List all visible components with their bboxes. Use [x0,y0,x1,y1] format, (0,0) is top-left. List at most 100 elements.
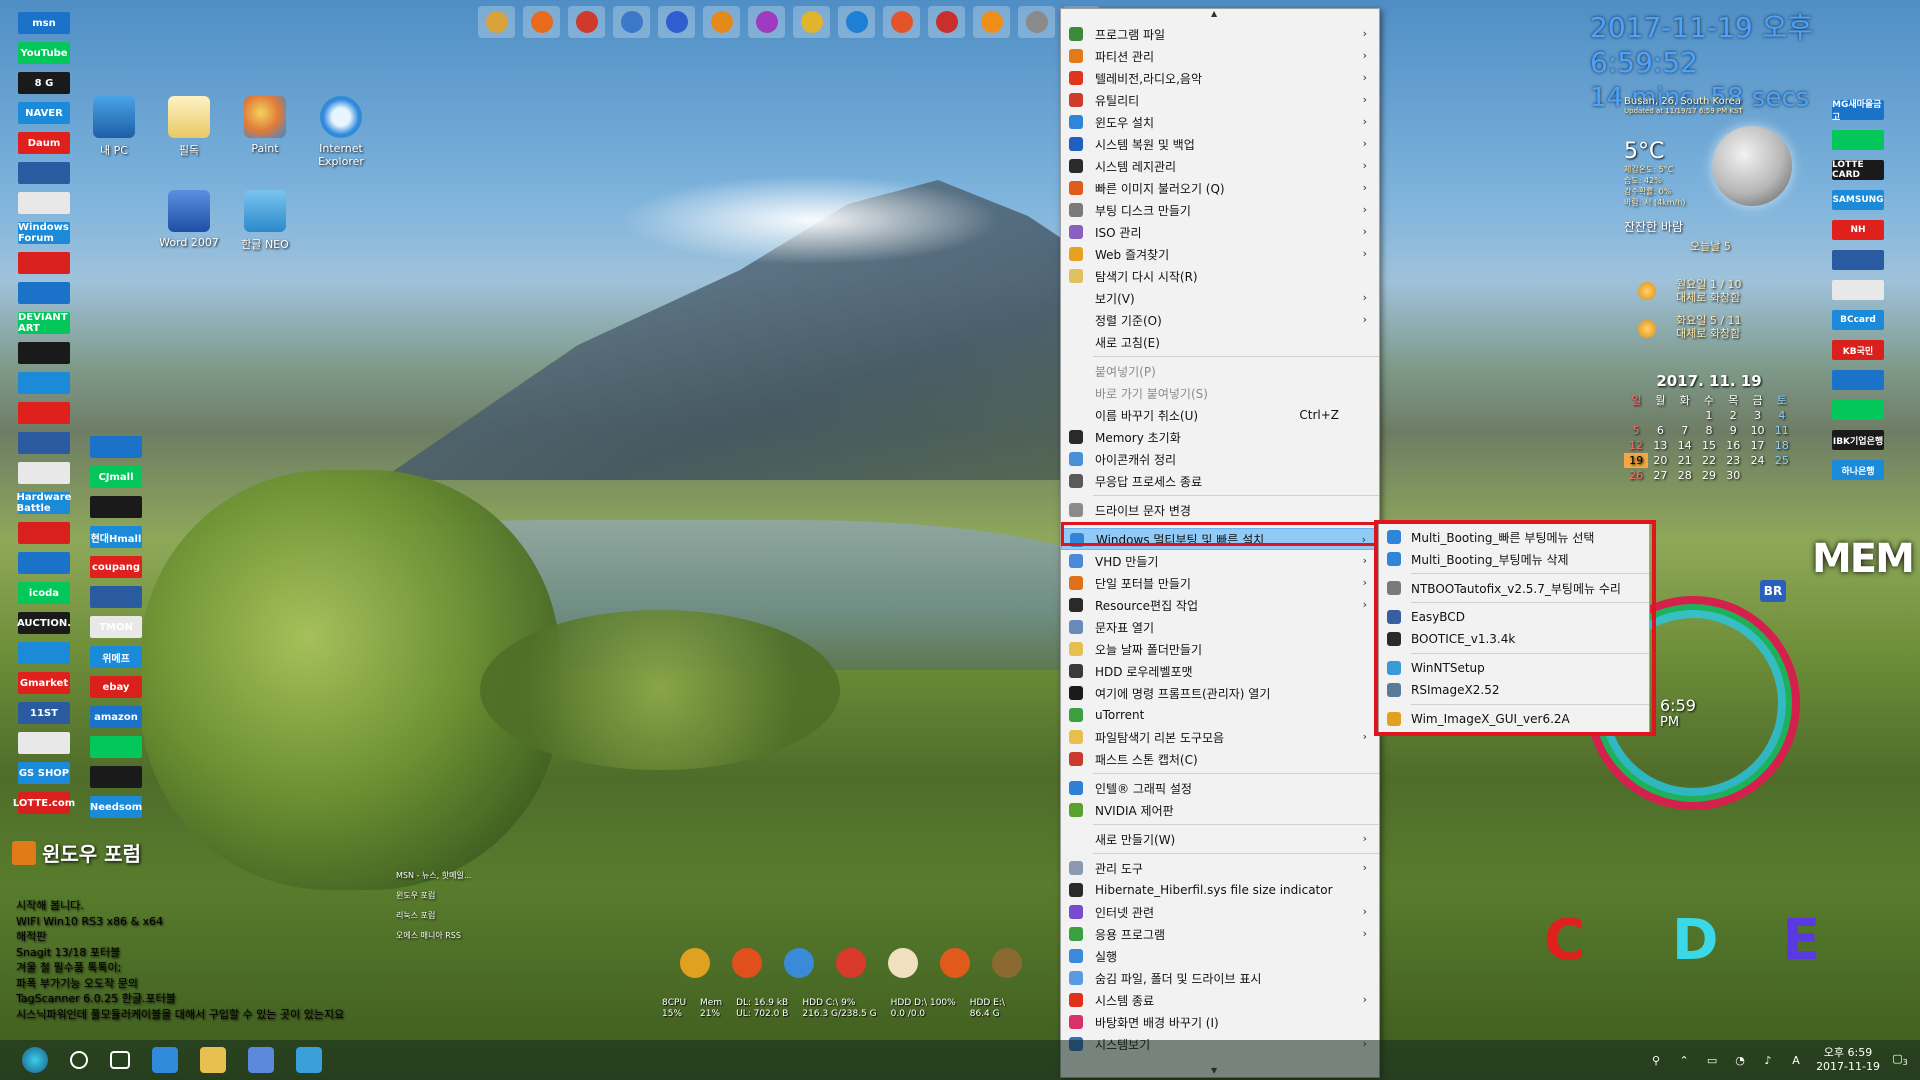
people-icon[interactable]: ⚲ [1648,1054,1664,1067]
quick-launch-app-icon[interactable] [793,6,830,38]
shopping-logo[interactable]: 현대Hmall [90,526,142,548]
quick-launch-app-icon[interactable] [613,6,650,38]
bookmark-logo[interactable]: GS SHOP [18,762,70,784]
bank-logo[interactable]: KB국민 [1832,340,1884,360]
forum-post-link[interactable]: TagScanner 6.0.25 한글.포터블 [16,991,436,1007]
file-explorer-icon[interactable] [200,1047,226,1073]
menu-item[interactable]: 정렬 기준(O) › [1061,309,1379,331]
bookmark-logo[interactable] [18,522,70,544]
app-icon[interactable] [784,948,814,978]
bookmark-logo[interactable] [18,402,70,424]
br-badge[interactable]: BR [1760,580,1786,602]
menu-item[interactable]: 유틸리티 › [1061,89,1379,111]
bank-logo[interactable]: NH [1832,220,1884,240]
menu-item[interactable]: 아이콘캐쉬 정리 [1061,448,1379,470]
desktop-icon-hangul[interactable]: 한글 NEO [226,190,304,252]
menu-item[interactable]: 인텔® 그래픽 설정 [1061,777,1379,799]
rss-link[interactable]: 윈도우 포럼 [396,886,471,906]
bookmark-logo[interactable]: DEVIANT ART [18,312,70,334]
rss-link[interactable]: 오에스 매니아 RSS [396,926,471,946]
menu-item[interactable]: 보기(V) › [1061,287,1379,309]
calendar-day[interactable]: 18 [1770,438,1794,453]
calendar-day[interactable]: 22 [1697,453,1721,468]
bookmark-logo[interactable] [18,372,70,394]
bookmark-logo[interactable]: YouTube [18,42,70,64]
bookmark-logo[interactable]: 11ST [18,702,70,724]
calendar-day[interactable]: 19 [1624,453,1649,468]
menu-item[interactable]: uTorrent [1061,704,1379,726]
desktop-icon-paint[interactable]: Paint [226,96,304,155]
menu-item[interactable]: 파티션 관리 › [1061,45,1379,67]
menu-item[interactable]: 빠른 이미지 불러오기 (Q) › [1061,177,1379,199]
menu-item[interactable]: 패스트 스톤 캡처(C) [1061,748,1379,770]
shopping-logo[interactable]: CJmall [90,466,142,488]
calendar-day[interactable]: 7 [1673,423,1697,438]
bookmark-logo[interactable]: Windows Forum [18,222,70,244]
calendar-day[interactable]: 4 [1770,408,1794,423]
menu-item[interactable]: 숨김 파일, 폴더 및 드라이브 표시 [1061,967,1379,989]
drive-c-gauge[interactable]: C [1544,908,1585,973]
desktop-icon-my-pc[interactable]: 내 PC [75,96,153,158]
drive-d-gauge[interactable]: D [1672,908,1718,973]
calendar-day[interactable]: 8 [1697,423,1721,438]
shopping-logo[interactable] [90,436,142,458]
calendar-day[interactable]: 3 [1745,408,1769,423]
app-icon[interactable] [992,948,1022,978]
bookmark-logo[interactable]: LOTTE.com [13,792,75,814]
calendar-day[interactable]: 12 [1624,438,1648,453]
forum-post-link[interactable]: 시작해 봅니다. [16,898,436,914]
bookmark-logo[interactable]: Hardware Battle [17,492,71,514]
bookmark-logo[interactable] [18,642,70,664]
shopping-logo[interactable] [90,736,142,758]
menu-item[interactable]: 시스템 복원 및 백업 › [1061,133,1379,155]
quick-launch-app-icon[interactable] [748,6,785,38]
bank-logo[interactable]: 하나은행 [1832,460,1884,480]
menu-item[interactable]: 오늘 날짜 폴더만들기 [1061,638,1379,660]
menu-item[interactable]: 관리 도구 › [1061,857,1379,879]
chrome-icon[interactable] [940,948,970,978]
menu-item[interactable]: Resource편집 작업 › [1061,594,1379,616]
calendar-day[interactable]: 13 [1648,438,1672,453]
calendar-day[interactable]: 27 [1648,468,1672,483]
quick-launch-app-icon[interactable] [1018,6,1055,38]
forum-post-link[interactable]: 파폭 부가기능 오도작 문의 [16,976,436,992]
bank-logo[interactable]: LOTTE CARD [1832,160,1884,180]
shopping-logo[interactable] [90,496,142,518]
forum-title[interactable]: 윈도우 포럼 [12,838,141,867]
menu-item[interactable]: ISO 관리 › [1061,221,1379,243]
calendar-day[interactable]: 28 [1673,468,1697,483]
shopping-logo[interactable]: amazon [90,706,142,728]
rss-link[interactable]: 리눅스 포럼 [396,906,471,926]
menu-item[interactable]: 새로 만들기(W) › [1061,828,1379,850]
bookmark-logo[interactable] [18,732,70,754]
quick-launch-app-icon[interactable] [973,6,1010,38]
calendar-day[interactable]: 9 [1721,423,1745,438]
menu-item[interactable]: 문자표 열기 [1061,616,1379,638]
calendar-day[interactable]: 17 [1745,438,1769,453]
calendar-day[interactable]: 30 [1721,468,1745,483]
shopping-logo[interactable] [90,766,142,788]
shopping-logo[interactable]: coupang [90,556,142,578]
bank-logo[interactable] [1832,400,1884,420]
quick-launch-app-icon[interactable] [883,6,920,38]
bookmark-logo[interactable]: AUCTION. [17,612,71,634]
rss-link[interactable]: MSN - 뉴스, 핫메일... [396,866,471,886]
bank-logo[interactable] [1832,280,1884,300]
app-icon[interactable] [888,948,918,978]
shopping-logo[interactable]: TMON [90,616,142,638]
bookmark-logo[interactable]: icoda [18,582,70,604]
menu-item[interactable]: 새로 고침(E) [1061,331,1379,353]
bookmark-logo[interactable]: msn [18,12,70,34]
battery-icon[interactable]: ▭ [1704,1054,1720,1067]
bookmark-logo[interactable] [18,342,70,364]
firefox-icon[interactable] [732,948,762,978]
menu-item[interactable]: Memory 초기화 [1061,426,1379,448]
bookmark-logo[interactable] [18,192,70,214]
bookmark-logo[interactable]: Gmarket [18,672,70,694]
calendar-day[interactable]: 24 [1745,453,1769,468]
menu-item[interactable]: HDD 로우레벨포맷 [1061,660,1379,682]
app-icon[interactable] [296,1047,322,1073]
bookmark-logo[interactable] [18,282,70,304]
bookmark-logo[interactable]: 8 G [18,72,70,94]
start-button[interactable] [22,1047,48,1073]
